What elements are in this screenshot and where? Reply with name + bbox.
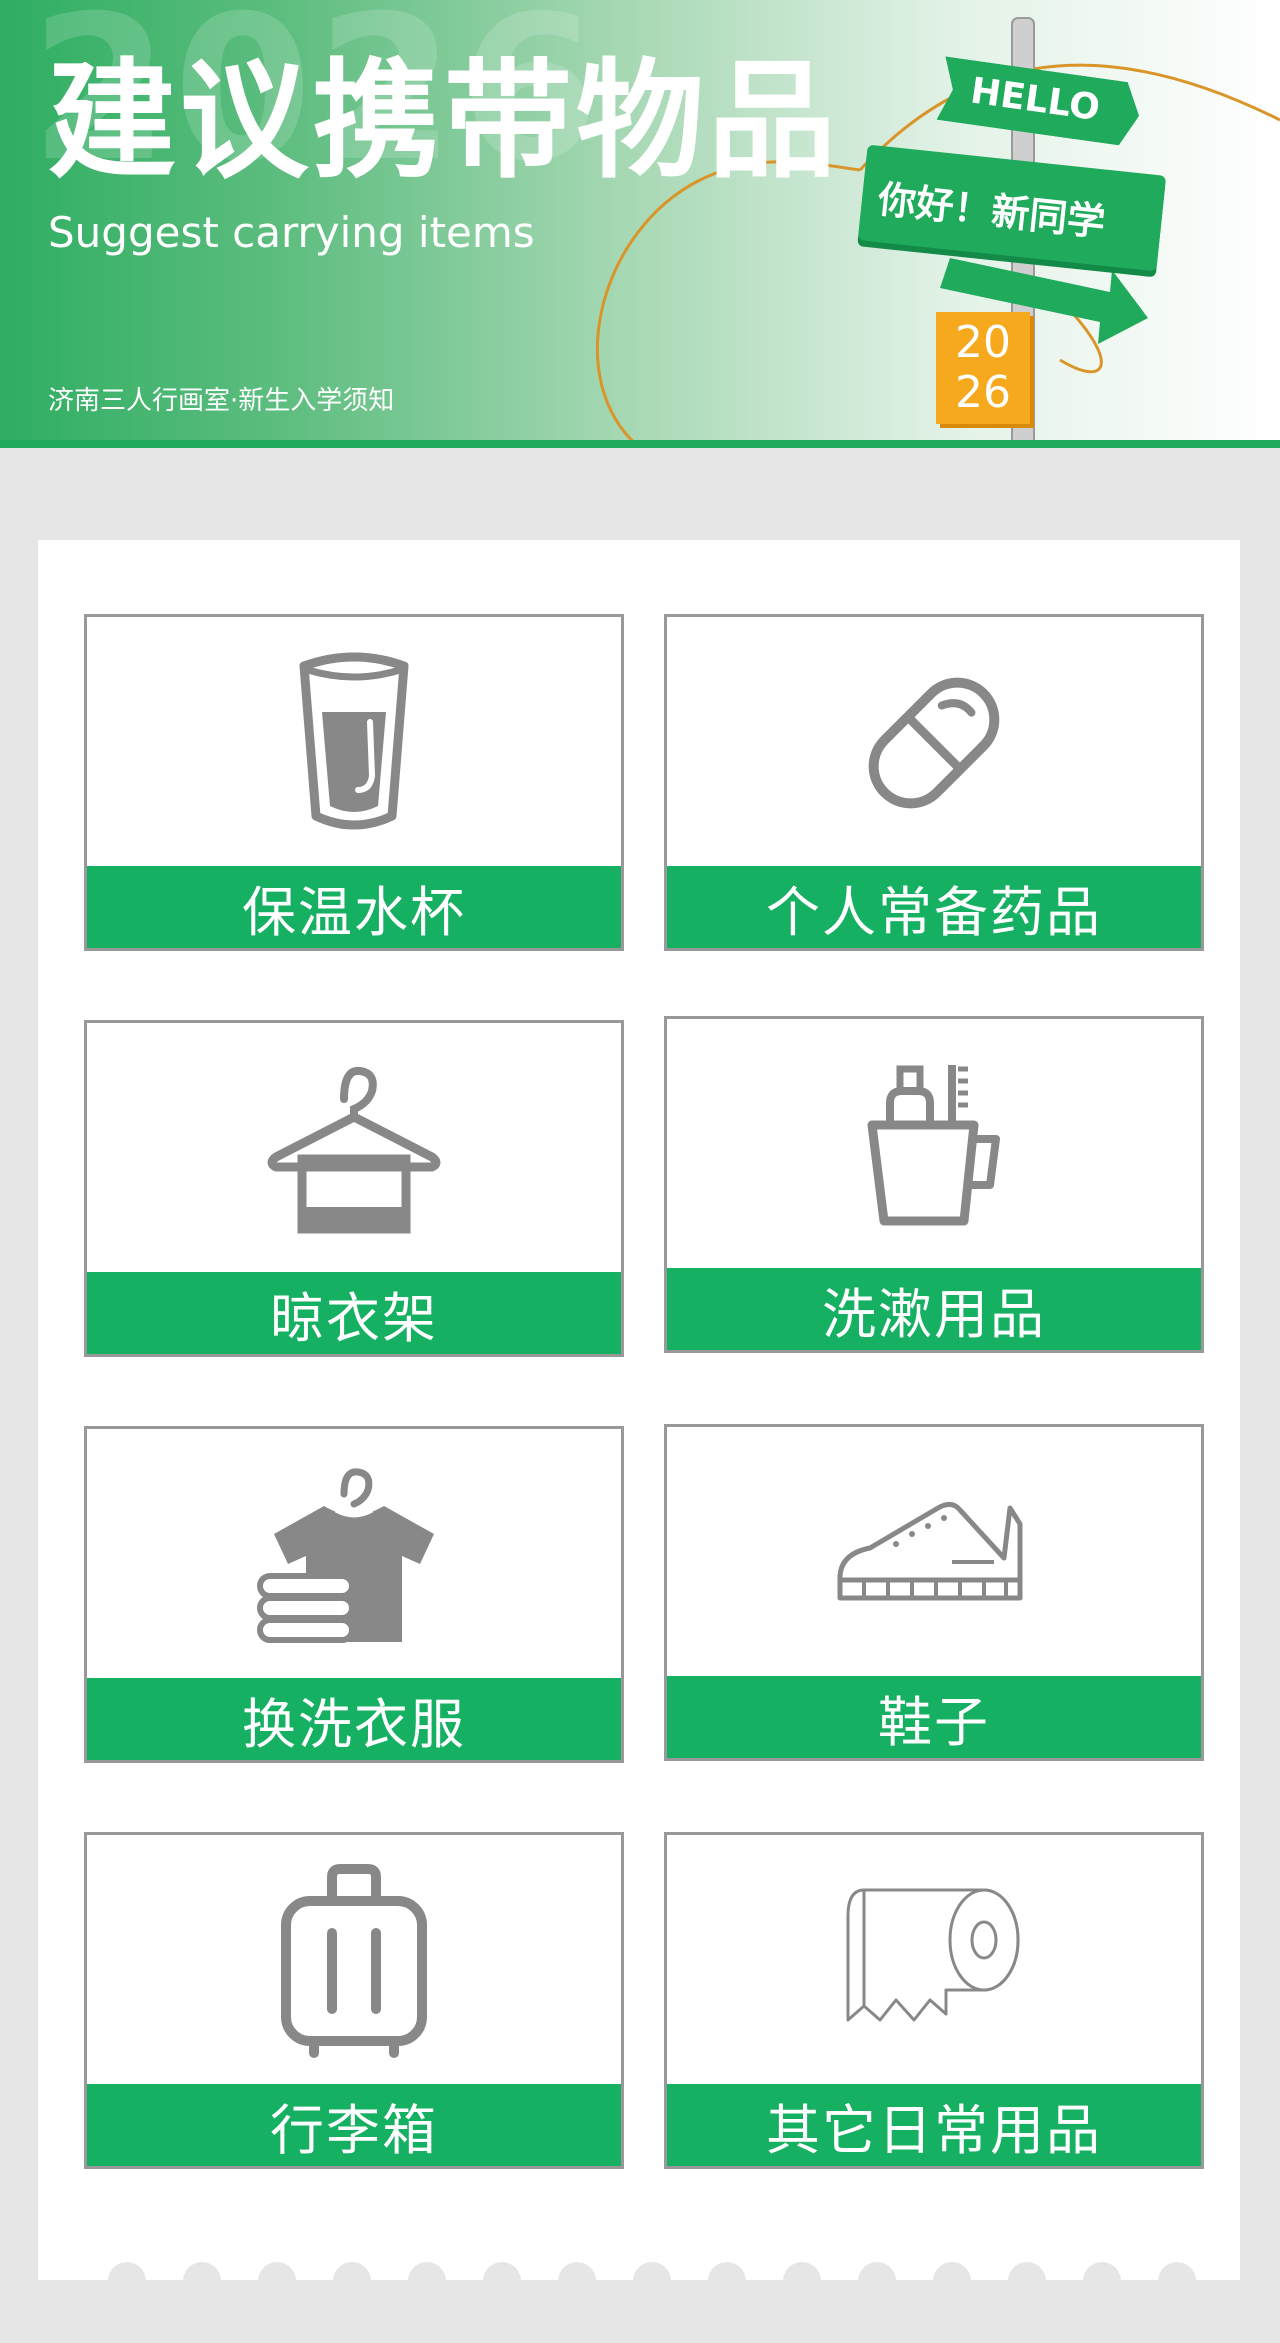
header-banner: 2026 HELLO 你好！新同学 20 26 建议携带物品 Suggest c… [0,0,1280,448]
item-label-bar: 换洗衣服 [87,1678,621,1760]
perforation-dot [108,2262,146,2300]
item-card: 其它日常用品 [664,1832,1204,2169]
item-label: 换洗衣服 [242,1692,466,1756]
perforation-dot [708,2262,746,2300]
year-sign-top: 20 [955,317,1011,368]
perforation-dot [783,2262,821,2300]
item-label-bar: 个人常备药品 [667,866,1201,948]
item-card: 晾衣架 [84,1020,624,1357]
suitcase-icon [281,1864,427,2058]
perforation-dot [558,2262,596,2300]
item-label: 其它日常用品 [766,2098,1102,2162]
item-label: 个人常备药品 [766,880,1102,944]
year-sign-bottom: 26 [955,367,1011,418]
item-label: 晾衣架 [270,1286,438,1350]
perforation-dot [933,2262,971,2300]
perforation-dot [1083,2262,1121,2300]
item-label-bar: 保温水杯 [87,866,621,948]
perforation-dot [633,2262,671,2300]
perforation-dot [408,2262,446,2300]
greeting-sign-text: 你好！新同学 [875,177,1108,245]
perforation-dot [1158,2262,1196,2300]
cup-icon [299,652,409,830]
item-card: 行李箱 [84,1832,624,2169]
perforation-dot [258,2262,296,2300]
item-label-bar: 晾衣架 [87,1272,621,1354]
perforation-dot [1008,2262,1046,2300]
page-title-english: Suggest carrying items [48,208,535,257]
year-sign: 20 26 [936,312,1030,424]
item-card: 鞋子 [664,1424,1204,1761]
item-label-bar: 鞋子 [667,1676,1201,1758]
items-card: 保温水杯 个人常备药品 晾衣架 洗漱用品 换洗衣服 鞋子 行李箱 其它日常用品 [38,540,1240,2300]
item-label-bar: 行李箱 [87,2084,621,2166]
toilet-paper-icon [846,1888,1020,2022]
perforation-dot [858,2262,896,2300]
clothes-icon [257,1468,434,1643]
item-label: 行李箱 [270,2098,438,2162]
pill-icon [868,677,1000,809]
item-card: 换洗衣服 [84,1426,624,1763]
item-label-bar: 洗漱用品 [667,1268,1201,1350]
item-label: 洗漱用品 [822,1282,1046,1346]
hanger-icon [267,1066,441,1234]
shoe-icon [837,1502,1023,1601]
item-card: 保温水杯 [84,614,624,951]
toiletries-icon [867,1065,1000,1226]
header-divider [0,440,1280,448]
page-title: 建议携带物品 [48,47,841,196]
perforation-dot [183,2262,221,2300]
page-subtitle: 济南三人行画室·新生入学须知 [48,386,395,416]
item-label-bar: 其它日常用品 [667,2084,1201,2166]
item-card: 个人常备药品 [664,614,1204,951]
item-label: 鞋子 [878,1690,990,1754]
item-card: 洗漱用品 [664,1016,1204,1353]
perforation-dot [483,2262,521,2300]
item-label: 保温水杯 [242,880,466,944]
perforation-dot [333,2262,371,2300]
